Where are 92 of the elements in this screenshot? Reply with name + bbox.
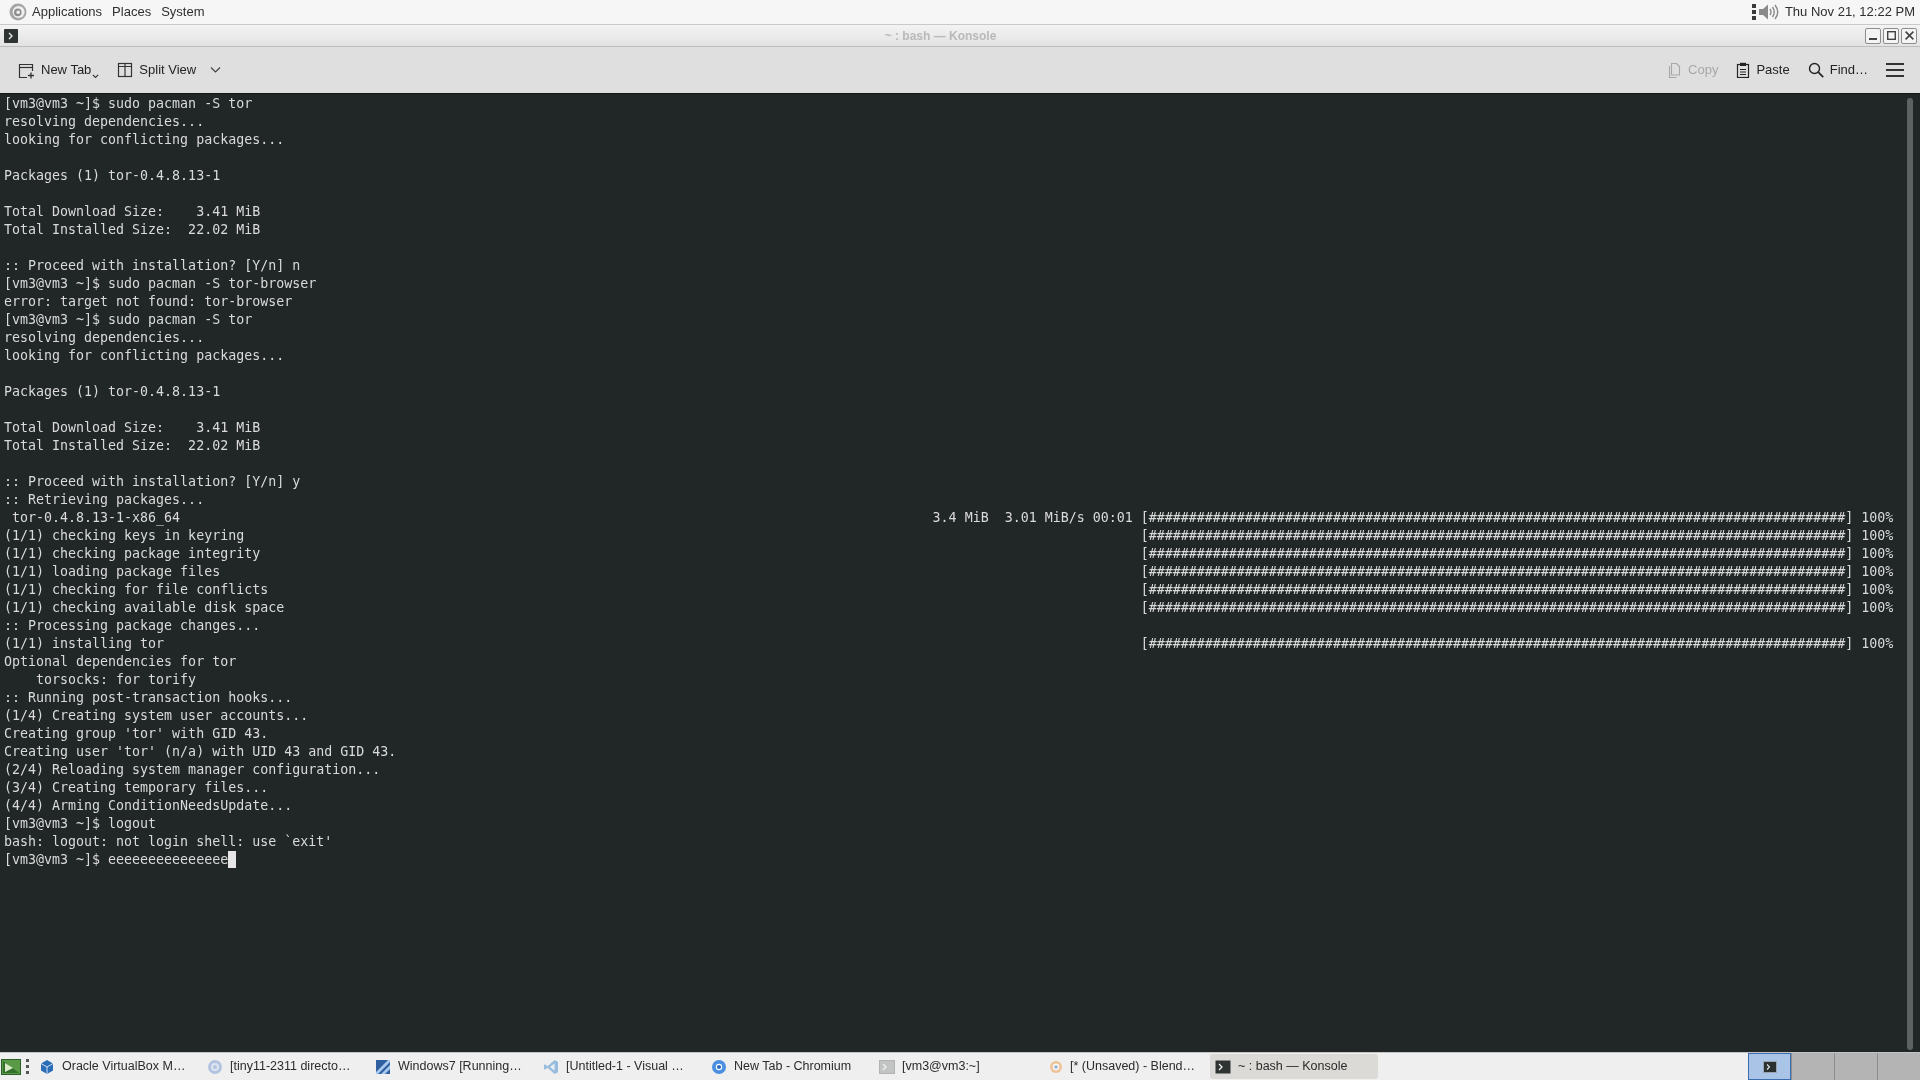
terminal-line: :: Running post-transaction hooks... — [4, 689, 293, 707]
caret-icon — [92, 73, 100, 79]
taskbar-button[interactable]: [Untitled-1 - Visual … — [538, 1054, 706, 1079]
terminal-line: (1/1) checking for file conflicts — [4, 581, 269, 599]
terminal-line: (1/4) Creating system user accounts... — [4, 707, 309, 725]
terminal-line: (1/1) installing tor — [4, 635, 165, 653]
progress-percent: 100% — [1861, 527, 1894, 545]
progress-hashes-text: [#######################################################################################] — [1140, 581, 1854, 599]
terminal-line: bash: logout: not login shell: use `exit' — [4, 833, 333, 851]
terminal-line: Packages (1) tor-0.4.8.13-1 — [4, 383, 221, 401]
terminal-line: (2/4) Reloading system manager configuration... — [4, 761, 381, 779]
maximize-button[interactable] — [1883, 27, 1899, 44]
progress-percent: 100% — [1861, 599, 1894, 617]
terminal-line: looking for conflicting packages... — [4, 347, 285, 365]
terminal-line: Optional dependencies for tor — [4, 653, 237, 671]
screen-icon — [1, 1057, 21, 1076]
panel-menu[interactable]: Places — [107, 2, 157, 22]
panel-menu[interactable]: System — [156, 2, 210, 22]
panel-menu[interactable]: Applications — [27, 2, 108, 22]
progress-percent: 100% — [1861, 563, 1894, 581]
terminal-line: (1/1) checking available disk space — [4, 599, 285, 617]
taskbar-button[interactable]: [* (Unsaved) - Blend… — [1042, 1054, 1210, 1079]
taskbar-button[interactable]: New Tab - Chromium — [706, 1054, 874, 1079]
terminal-line: (1/1) checking package integrity — [4, 545, 261, 563]
close-button[interactable] — [1901, 27, 1917, 44]
terminal-line: torsocks: for torify — [35, 671, 197, 689]
terminal-line: :: Retrieving packages... — [4, 491, 205, 509]
terminal-line: (1/1) checking keys in keyring — [4, 527, 245, 545]
window-plus-icon — [18, 61, 35, 79]
taskbar-button[interactable]: Windows7 [Running… — [370, 1054, 538, 1079]
progress-hashes-text: [#######################################################################################] — [1140, 545, 1854, 563]
window-thumbnail-icon — [1763, 1060, 1777, 1073]
terminal-line: tor-0.4.8.13-1-x86_64 — [11, 509, 181, 527]
workspace-button[interactable] — [1748, 1053, 1791, 1080]
terminal-line: :: Proceed with installation? [Y/n] y — [4, 473, 301, 491]
grip-icon — [26, 1059, 29, 1074]
close-icon — [1904, 31, 1914, 40]
terminal-line: Total Download Size: 3.41 MiB — [4, 203, 261, 221]
terminal-line: (3/4) Creating temporary files... — [4, 779, 269, 797]
dots-icon — [1751, 4, 1756, 20]
speaker-icon — [1757, 3, 1779, 21]
terminal-line: Creating group 'tor' with GID 43. — [4, 725, 269, 743]
taskbar-button[interactable]: ~ : bash — Konsole — [1210, 1054, 1378, 1079]
terminal-line: Total Installed Size: 22.02 MiB — [4, 221, 261, 239]
terminal-line: Total Download Size: 3.41 MiB — [4, 419, 261, 437]
terminal-icon — [4, 28, 18, 43]
scrollbar[interactable] — [1907, 98, 1913, 1050]
terminal-line: (1/1) loading package files — [4, 563, 221, 581]
columns-icon — [117, 62, 134, 78]
ring-logo-icon — [9, 3, 27, 21]
terminal-line: (4/4) Arming ConditionNeedsUpdate... — [4, 797, 293, 815]
terminal-line: resolving dependencies... — [4, 113, 205, 131]
toolbar-button[interactable]: Split View — [111, 55, 228, 85]
terminal-line: [vm3@vm3 ~]$ logout — [4, 815, 157, 833]
terminal-line: Packages (1) tor-0.4.8.13-1 — [4, 167, 221, 185]
clipboard-icon — [1736, 62, 1751, 78]
terminal-line: [vm3@vm3 ~]$ sudo pacman -S tor — [4, 311, 253, 329]
toolbar-button[interactable]: Paste — [1730, 55, 1796, 85]
progress-percent: 100% — [1861, 545, 1894, 563]
taskbar-button[interactable]: [tiny11-2311 directo… — [202, 1054, 370, 1079]
menu-icon — [1886, 63, 1904, 77]
progress-hashes-text: [#######################################################################################] — [1140, 635, 1854, 653]
minimize-icon — [1869, 37, 1877, 40]
minimize-button[interactable] — [1865, 27, 1881, 44]
taskbar-button[interactable]: [vm3@vm3:~] — [874, 1054, 1042, 1079]
terminal-line: :: Proceed with installation? [Y/n] n — [4, 257, 301, 275]
terminal-line: resolving dependencies... — [4, 329, 205, 347]
progress-hashes-text: [#######################################################################################] — [1140, 563, 1854, 581]
terminal-line: Total Installed Size: 22.02 MiB — [4, 437, 261, 455]
search-icon — [1807, 62, 1824, 78]
progress-hashes-text: [#######################################################################################] — [1140, 527, 1854, 545]
text-cursor — [228, 851, 237, 868]
transfer-stats: 3.4 MiB 3.01 MiB/s 00:01 — [932, 509, 1133, 527]
chevron-down-icon — [210, 66, 222, 74]
maximize-icon — [1886, 31, 1896, 40]
terminal-line: [vm3@vm3 ~]$ sudo pacman -S tor — [4, 95, 253, 113]
copy-icon — [1666, 61, 1683, 79]
progress-hashes-text: [#######################################################################################] — [1140, 509, 1854, 527]
terminal-line: :: Processing package changes... — [4, 617, 261, 635]
progress-hashes-text: [#######################################################################################] — [1140, 599, 1854, 617]
progress-percent: 100% — [1861, 581, 1894, 599]
terminal-line: Creating user 'tor' (n/a) with UID 43 and GID 43. — [4, 743, 397, 761]
terminal-line: looking for conflicting packages... — [4, 131, 285, 149]
clock: Thu Nov 21, 12:22 PM — [1784, 3, 1915, 22]
command-line[interactable]: [vm3@vm3 ~]$ eeeeeeeeeeeeeee — [4, 851, 229, 869]
progress-percent: 100% — [1861, 635, 1894, 653]
toolbar-button[interactable]: New Tab — [12, 55, 106, 85]
taskbar-button[interactable]: Oracle VirtualBox M… — [34, 1054, 202, 1079]
terminal-line: error: target not found: tor-browser — [4, 293, 293, 311]
terminal-line: [vm3@vm3 ~]$ sudo pacman -S tor-browser — [4, 275, 317, 293]
progress-percent: 100% — [1861, 509, 1894, 527]
toolbar-button[interactable]: Find… — [1801, 55, 1874, 85]
